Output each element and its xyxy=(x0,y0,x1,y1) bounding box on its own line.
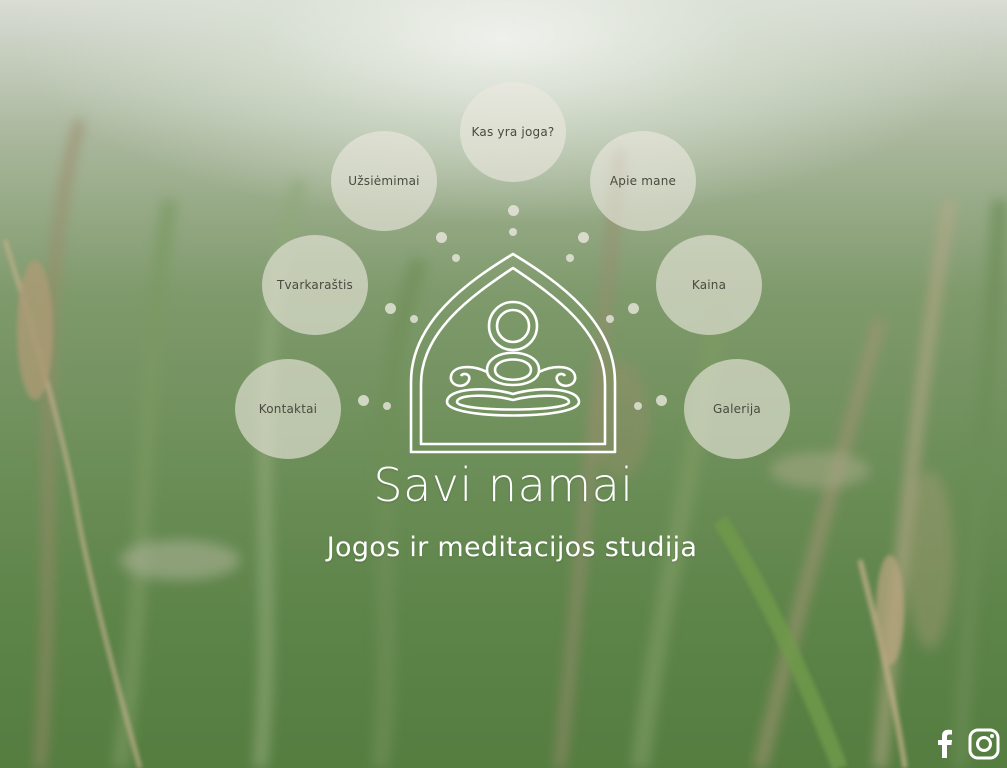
nav-item-kas-yra-joga[interactable]: Kas yra joga? xyxy=(460,82,566,182)
nav-item-label: Kaina xyxy=(691,278,727,292)
instagram-icon[interactable] xyxy=(967,727,1001,761)
decorative-dot xyxy=(383,402,391,410)
decorative-dot xyxy=(628,303,639,314)
nav-item-label: Kas yra joga? xyxy=(471,125,555,139)
nav-item-label: Tvarkaraštis xyxy=(276,278,354,292)
nav-item-label: Kontaktai xyxy=(258,402,318,416)
decorative-dot xyxy=(634,402,642,410)
decorative-dot xyxy=(509,228,517,236)
decorative-dot xyxy=(656,395,667,406)
meditation-logo xyxy=(409,252,617,454)
nav-item-uzsiemimai[interactable]: Užsiėmimai xyxy=(331,131,437,231)
nav-item-label: Apie mane xyxy=(609,174,677,188)
decorative-dot xyxy=(436,232,447,243)
decorative-dot xyxy=(385,303,396,314)
decorative-dot xyxy=(578,232,589,243)
nav-item-kaina[interactable]: Kaina xyxy=(656,235,762,335)
decorative-dot xyxy=(358,395,369,406)
nav-item-kontaktai[interactable]: Kontaktai xyxy=(235,359,341,459)
decorative-dot xyxy=(508,205,519,216)
site-subtitle: Jogos ir meditacijos studija xyxy=(326,532,698,563)
nav-item-label: Užsiėmimai xyxy=(348,174,420,188)
nav-item-label: Galerija xyxy=(713,402,761,416)
nav-item-apie-mane[interactable]: Apie mane xyxy=(590,131,696,231)
nav-item-galerija[interactable]: Galerija xyxy=(684,359,790,459)
facebook-icon[interactable] xyxy=(932,727,956,759)
nav-item-tvarkarastis[interactable]: Tvarkaraštis xyxy=(262,235,368,335)
site-title: Savi namai xyxy=(373,458,634,512)
